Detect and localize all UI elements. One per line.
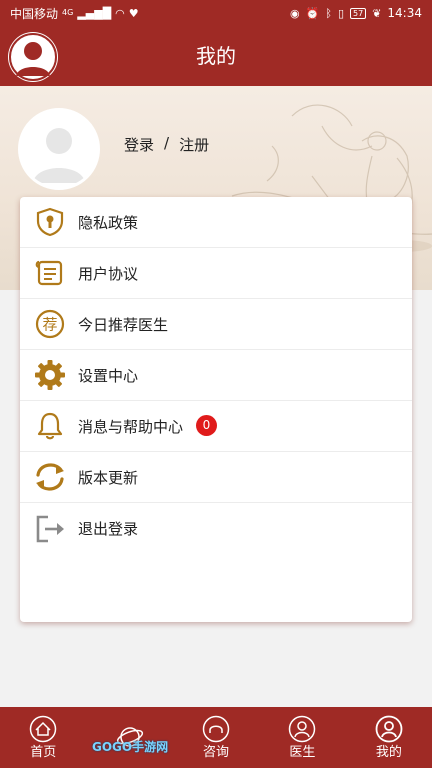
bluetooth-icon: ᛒ <box>325 6 332 20</box>
menu-label: 消息与帮助中心 <box>78 417 184 436</box>
shield-lock-icon <box>33 205 67 239</box>
recommend-seal-icon: 荐 <box>33 307 67 341</box>
app-header: 我的 <box>0 26 432 86</box>
nav-label: 咨询 <box>203 744 230 760</box>
menu-item-messages-help[interactable]: 消息与帮助中心 0 <box>20 401 412 452</box>
unread-badge: 0 <box>196 415 217 436</box>
menu-item-version-update[interactable]: 版本更新 <box>20 452 412 503</box>
nav-item-doctor[interactable]: 医生 <box>259 707 345 768</box>
bottom-nav: 首页 咨询 医生 我的 <box>0 707 432 768</box>
login-separator: / <box>164 134 170 152</box>
status-right: ◉ ⏰ ᛒ ▯ 57 ❦ 14:34 <box>290 6 422 20</box>
carrier-label: 中国移动 <box>10 6 59 21</box>
network-label: 4G <box>62 8 74 17</box>
status-left: 中国移动 4G ▂▄▆█ ◠ ♥ <box>10 5 139 22</box>
bell-icon <box>33 409 67 443</box>
profile-avatar[interactable] <box>18 108 100 190</box>
nav-item-profile[interactable]: 我的 <box>346 707 432 768</box>
menu-item-logout[interactable]: 退出登录 <box>20 503 412 554</box>
login-link[interactable]: 登录 <box>124 134 154 155</box>
wifi-icon: ◠ <box>115 6 125 20</box>
scroll-document-icon <box>33 256 67 290</box>
login-register-row: 登录 / 注册 <box>124 134 209 155</box>
logout-icon <box>33 512 67 546</box>
header-avatar[interactable] <box>8 32 58 82</box>
nav-item-consult[interactable]: 咨询 <box>173 707 259 768</box>
nav-label: 医生 <box>289 744 316 760</box>
menu-label: 今日推荐医生 <box>78 315 169 334</box>
heart-icon: ♥ <box>128 6 139 20</box>
nav-label: 我的 <box>375 744 402 760</box>
refresh-icon <box>33 460 67 494</box>
watermark-logo: GOGO手游网 <box>92 740 169 754</box>
menu-label: 设置中心 <box>78 366 139 385</box>
vibrate-icon: ▯ <box>337 6 344 20</box>
register-link[interactable]: 注册 <box>179 134 209 155</box>
menu-label: 用户协议 <box>78 264 139 283</box>
menu-label: 版本更新 <box>78 468 139 487</box>
menu-item-user-agreement[interactable]: 用户协议 <box>20 248 412 299</box>
menu-label: 隐私政策 <box>78 213 139 232</box>
menu-item-recommended-doctor[interactable]: 荐 今日推荐医生 <box>20 299 412 350</box>
home-icon <box>29 715 57 742</box>
nav-label: 首页 <box>30 744 57 760</box>
gear-icon <box>33 358 67 392</box>
default-avatar-icon <box>21 111 97 187</box>
user-silhouette-icon <box>9 33 57 81</box>
leaf-icon: ❦ <box>372 6 382 20</box>
menu-card: 隐私政策 用户协议 荐 今日推荐医生 设置中心 消息与帮助中心 0 版本更新 退… <box>20 197 412 622</box>
alarm-icon: ⏰ <box>305 6 320 20</box>
svg-text:荐: 荐 <box>42 316 57 334</box>
menu-item-settings[interactable]: 设置中心 <box>20 350 412 401</box>
profile-icon <box>375 715 403 742</box>
menu-label: 退出登录 <box>78 520 139 538</box>
nav-item-home[interactable]: 首页 <box>0 707 86 768</box>
page-title: 我的 <box>196 44 236 68</box>
clock-label: 14:34 <box>387 6 422 20</box>
eye-icon: ◉ <box>290 6 300 20</box>
status-bar: 中国移动 4G ▂▄▆█ ◠ ♥ ◉ ⏰ ᛒ ▯ 57 ❦ 14:34 <box>0 0 432 26</box>
battery-indicator: 57 <box>350 7 367 19</box>
signal-icon: ▂▄▆█ <box>77 6 112 20</box>
consult-icon <box>202 715 230 742</box>
doctor-icon <box>289 715 316 742</box>
menu-item-privacy-policy[interactable]: 隐私政策 <box>20 197 412 248</box>
